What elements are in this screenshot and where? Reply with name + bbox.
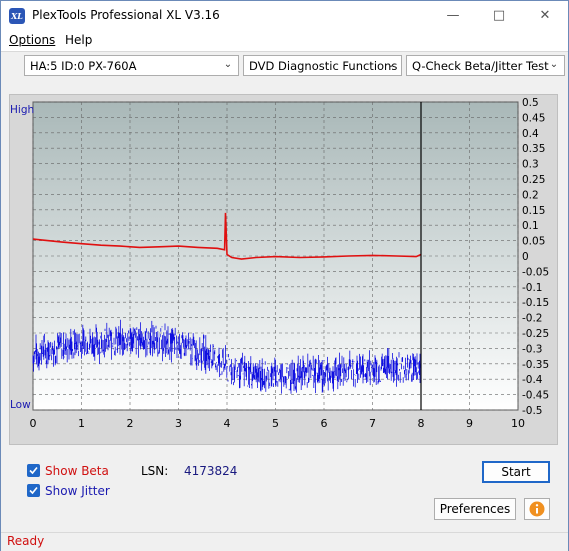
x-tick-label: 1: [78, 417, 85, 430]
menu-divider: [1, 51, 568, 52]
drive-select-value: HA:5 ID:0 PX-760A: [30, 59, 137, 73]
x-tick-label: 10: [511, 417, 525, 430]
chevron-down-icon: ⌄: [223, 59, 233, 70]
show-jitter-label[interactable]: Show Jitter: [45, 484, 110, 498]
y-tick-label: 0.15: [522, 205, 545, 217]
test-select-value: Q-Check Beta/Jitter Test: [412, 59, 549, 73]
y-tick-label: -0.35: [522, 359, 549, 371]
menu-options[interactable]: Options: [9, 33, 55, 47]
y-tick-label: 0.1: [522, 220, 539, 232]
y-tick-label: -0.5: [522, 405, 543, 417]
menu-help[interactable]: Help: [65, 33, 92, 47]
close-button[interactable]: ✕: [522, 1, 568, 31]
show-beta-label[interactable]: Show Beta: [45, 464, 109, 478]
status-bar: Ready: [1, 532, 568, 551]
x-tick-label: 4: [224, 417, 231, 430]
x-tick-label: 3: [175, 417, 182, 430]
y-tick-label: 0.2: [522, 189, 539, 201]
y-tick-label: 0.05: [522, 236, 545, 248]
minimize-button[interactable]: —: [430, 1, 476, 31]
y-tick-label: 0.35: [522, 143, 545, 155]
start-button[interactable]: Start: [482, 461, 550, 483]
x-tick-label: 8: [418, 417, 425, 430]
y-tick-label: -0.45: [522, 390, 549, 402]
maximize-button[interactable]: □: [476, 1, 522, 31]
chevron-down-icon: ⌄: [549, 59, 559, 70]
y-tick-label: 0.4: [522, 128, 539, 140]
preferences-button-label: Preferences: [439, 502, 511, 516]
menu-help-label: Help: [65, 33, 93, 47]
menu-bar: Options Help: [1, 31, 568, 51]
y-tick-label: -0.05: [522, 266, 549, 278]
beta-jitter-chart: 0 1 2 3 4 5 6 7 8 9 10 0.5 0.45 0.4 0.35 0.3 0.25 0.2 0.15…: [10, 97, 549, 430]
y-tick-label: -0.4: [522, 374, 543, 386]
x-tick-label: 6: [321, 417, 328, 430]
test-select[interactable]: Q-Check Beta/Jitter Test ⌄: [406, 55, 565, 76]
y-tick-label: -0.15: [522, 297, 549, 309]
show-beta-checkbox[interactable]: [27, 464, 40, 477]
x-tick-label: 5: [272, 417, 279, 430]
info-button[interactable]: [524, 498, 550, 520]
checkmark-icon: [29, 466, 38, 475]
chevron-down-icon: ⌄: [386, 59, 396, 70]
menu-options-label: Options: [9, 33, 56, 47]
y-tick-label: -0.3: [522, 343, 543, 355]
app-icon: XL: [9, 8, 25, 24]
y-tick-label: 0: [522, 251, 529, 263]
axis-low-label: Low: [10, 399, 31, 411]
maximize-icon: □: [492, 8, 506, 23]
function-select-value: DVD Diagnostic Functions: [249, 59, 398, 73]
title-bar: XL PlexTools Professional XL V3.16 — □ ✕: [1, 1, 568, 31]
controls-panel: Show Beta Show Jitter LSN: 4173824 Start…: [9, 453, 558, 525]
checkmark-icon: [29, 486, 38, 495]
y-tick-label: 0.3: [522, 159, 539, 171]
x-tick-label: 2: [127, 417, 134, 430]
start-button-label: Start: [501, 465, 531, 479]
x-tick-label: 7: [369, 417, 376, 430]
y-tick-label: 0.45: [522, 112, 545, 124]
y-tick-label: 0.25: [522, 174, 545, 186]
status-text: Ready: [7, 534, 45, 548]
window-title: PlexTools Professional XL V3.16: [32, 8, 220, 22]
chart-panel: 0 1 2 3 4 5 6 7 8 9 10 0.5 0.45 0.4 0.35 0.3 0.25 0.2 0.15…: [9, 94, 558, 445]
lsn-value: 4173824: [184, 464, 238, 478]
x-tick-label: 0: [30, 417, 37, 430]
axis-high-label: High: [10, 104, 34, 116]
info-icon: [529, 501, 545, 517]
preferences-button[interactable]: Preferences: [434, 498, 516, 520]
y-tick-label: 0.5: [522, 97, 539, 109]
y-tick-label: -0.25: [522, 328, 549, 340]
function-select[interactable]: DVD Diagnostic Functions ⌄: [243, 55, 402, 76]
lsn-label: LSN:: [141, 464, 169, 478]
minimize-icon: —: [446, 8, 460, 23]
app-window: XL PlexTools Professional XL V3.16 — □ ✕…: [0, 0, 569, 551]
x-tick-label: 9: [466, 417, 473, 430]
drive-select[interactable]: HA:5 ID:0 PX-760A ⌄: [24, 55, 239, 76]
close-icon: ✕: [539, 8, 551, 23]
y-tick-label: -0.2: [522, 313, 543, 325]
show-jitter-checkbox[interactable]: [27, 484, 40, 497]
y-tick-label: -0.1: [522, 282, 543, 294]
